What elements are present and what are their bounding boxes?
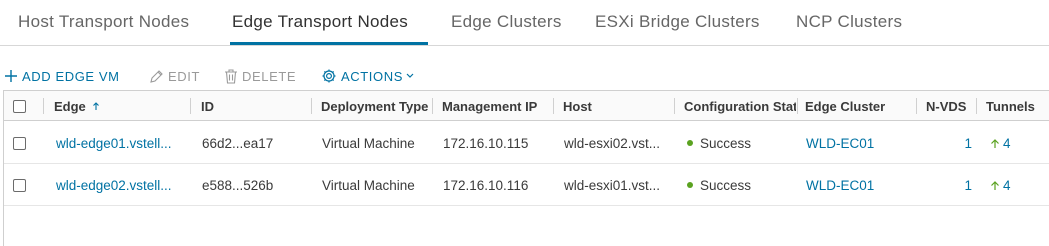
column-separator xyxy=(311,98,312,114)
column-separator xyxy=(976,98,977,114)
tab-edge-clusters[interactable]: Edge Clusters xyxy=(451,12,562,32)
table-row[interactable]: wld-edge02.vstell... e588...526b Virtual… xyxy=(4,164,1049,206)
configuration-state: Success xyxy=(687,164,795,206)
add-edge-vm-button[interactable]: ADD EDGE VM xyxy=(4,64,120,88)
table-row[interactable]: wld-edge01.vstell... 66d2...ea17 Virtual… xyxy=(4,122,1049,164)
select-all-cell xyxy=(13,91,26,121)
tab-ncp-clusters[interactable]: NCP Clusters xyxy=(796,12,902,32)
grid-header: Edge ID Deployment Type Management IP Ho… xyxy=(4,91,1049,121)
column-separator xyxy=(553,98,554,114)
host-name: wld-esxi02.vst... xyxy=(564,135,661,151)
edge-transport-nodes-grid: Edge ID Deployment Type Management IP Ho… xyxy=(3,90,1049,246)
column-header-nvds[interactable]: N-VDS xyxy=(926,91,972,121)
column-header-host[interactable]: Host xyxy=(563,91,671,121)
column-header-deployment-type[interactable]: Deployment Type xyxy=(321,91,433,121)
row-select-cell xyxy=(13,122,26,164)
configuration-state: Success xyxy=(687,122,795,164)
delete-label: DELETE xyxy=(242,68,297,84)
tab-esxi-bridge-clusters[interactable]: ESXi Bridge Clusters xyxy=(595,12,760,32)
edge-cluster-link[interactable]: WLD-EC01 xyxy=(806,122,910,164)
delete-button[interactable]: DELETE xyxy=(224,64,296,88)
nvds-count-link[interactable]: 1 xyxy=(956,164,972,206)
tab-edge-transport-nodes[interactable]: Edge Transport Nodes xyxy=(232,12,408,32)
edge-cluster-link[interactable]: WLD-EC01 xyxy=(806,164,910,206)
edge-name-link[interactable]: wld-edge01.vstell... xyxy=(56,122,186,164)
column-header-edge[interactable]: Edge xyxy=(54,91,184,121)
column-header-edge-cluster[interactable]: Edge Cluster xyxy=(805,91,911,121)
trash-icon xyxy=(224,68,238,84)
deployment-type: Virtual Machine xyxy=(322,135,415,151)
column-header-tunnels[interactable]: Tunnels xyxy=(986,91,1049,121)
select-all-checkbox[interactable] xyxy=(13,99,26,113)
tab-bar: Host Transport Nodes Edge Transport Node… xyxy=(0,0,1049,46)
column-separator xyxy=(916,98,917,114)
management-ip: 172.16.10.116 xyxy=(443,177,529,193)
column-separator xyxy=(432,98,433,114)
pencil-icon xyxy=(149,69,164,84)
tab-host-transport-nodes[interactable]: Host Transport Nodes xyxy=(18,12,189,32)
actions-dropdown[interactable]: ACTIONS xyxy=(321,64,418,88)
tunnels-status[interactable]: 4 xyxy=(990,122,1040,164)
gear-icon xyxy=(321,68,337,84)
row-checkbox[interactable] xyxy=(13,178,26,192)
column-separator xyxy=(797,98,798,114)
chevron-down-icon xyxy=(406,73,414,79)
toolbar: ADD EDGE VM EDIT DELETE ACTIONS xyxy=(0,64,1049,88)
arrow-up-icon xyxy=(990,180,1000,191)
actions-label: ACTIONS xyxy=(341,68,403,84)
arrow-up-icon xyxy=(990,138,1000,149)
edge-name-link[interactable]: wld-edge02.vstell... xyxy=(56,164,186,206)
plus-icon xyxy=(4,69,18,83)
host-name: wld-esxi01.vst... xyxy=(564,177,661,193)
edge-id: 66d2...ea17 xyxy=(202,135,274,151)
add-edge-vm-label: ADD EDGE VM xyxy=(22,68,120,84)
edit-label: EDIT xyxy=(168,68,201,84)
success-status-icon xyxy=(687,140,693,146)
column-header-id[interactable]: ID xyxy=(201,91,301,121)
deployment-type: Virtual Machine xyxy=(322,177,415,193)
column-separator xyxy=(674,98,675,114)
column-header-management-ip[interactable]: Management IP xyxy=(442,91,550,121)
edge-id: e588...526b xyxy=(202,177,274,193)
column-separator xyxy=(43,98,44,114)
row-select-cell xyxy=(13,164,26,206)
edit-button[interactable]: EDIT xyxy=(149,64,200,88)
row-checkbox[interactable] xyxy=(13,136,26,150)
management-ip: 172.16.10.115 xyxy=(443,135,529,151)
sort-ascending-icon xyxy=(92,101,100,111)
column-separator xyxy=(190,98,191,114)
nvds-count-link[interactable]: 1 xyxy=(956,122,972,164)
column-header-configuration-state[interactable]: Configuration State xyxy=(684,91,796,121)
success-status-icon xyxy=(687,182,693,188)
tunnels-status[interactable]: 4 xyxy=(990,164,1040,206)
active-tab-indicator xyxy=(230,42,428,45)
